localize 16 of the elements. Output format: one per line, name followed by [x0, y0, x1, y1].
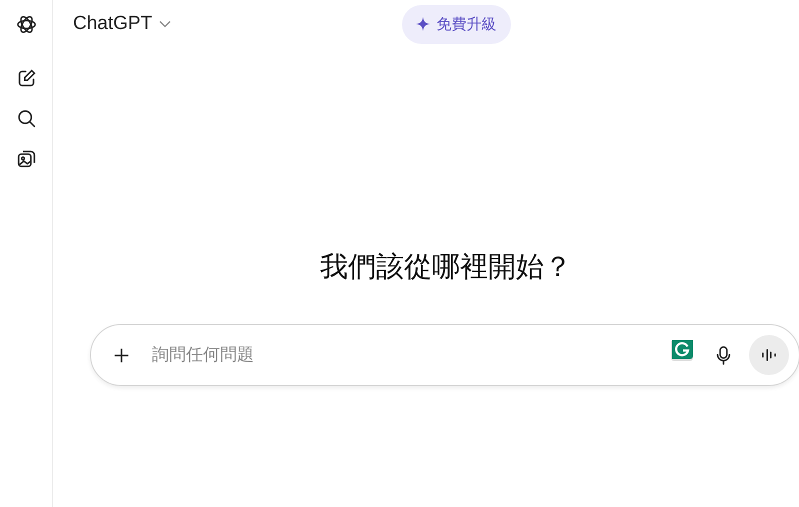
- chevron-down-icon[interactable]: [159, 20, 172, 28]
- input-field[interactable]: 詢問任何問題: [150, 344, 669, 366]
- sparkle-icon: [416, 17, 430, 31]
- microphone-icon[interactable]: [715, 344, 732, 366]
- heading: 我們該從哪裡開始？: [320, 250, 572, 284]
- voice-button[interactable]: [749, 335, 789, 375]
- grammarly-icon[interactable]: [669, 339, 695, 363]
- new-chat-icon[interactable]: [16, 68, 36, 89]
- images-icon[interactable]: [16, 148, 36, 169]
- waveform-icon: [760, 348, 778, 362]
- prompt-field[interactable]: 詢問任何問題: [90, 324, 799, 386]
- upgrade-button[interactable]: 免費升級: [402, 4, 510, 44]
- model-name[interactable]: ChatGPT: [73, 13, 152, 35]
- plus-icon[interactable]: [113, 346, 130, 364]
- logo-icon[interactable]: [14, 13, 38, 36]
- search-icon[interactable]: [16, 108, 36, 129]
